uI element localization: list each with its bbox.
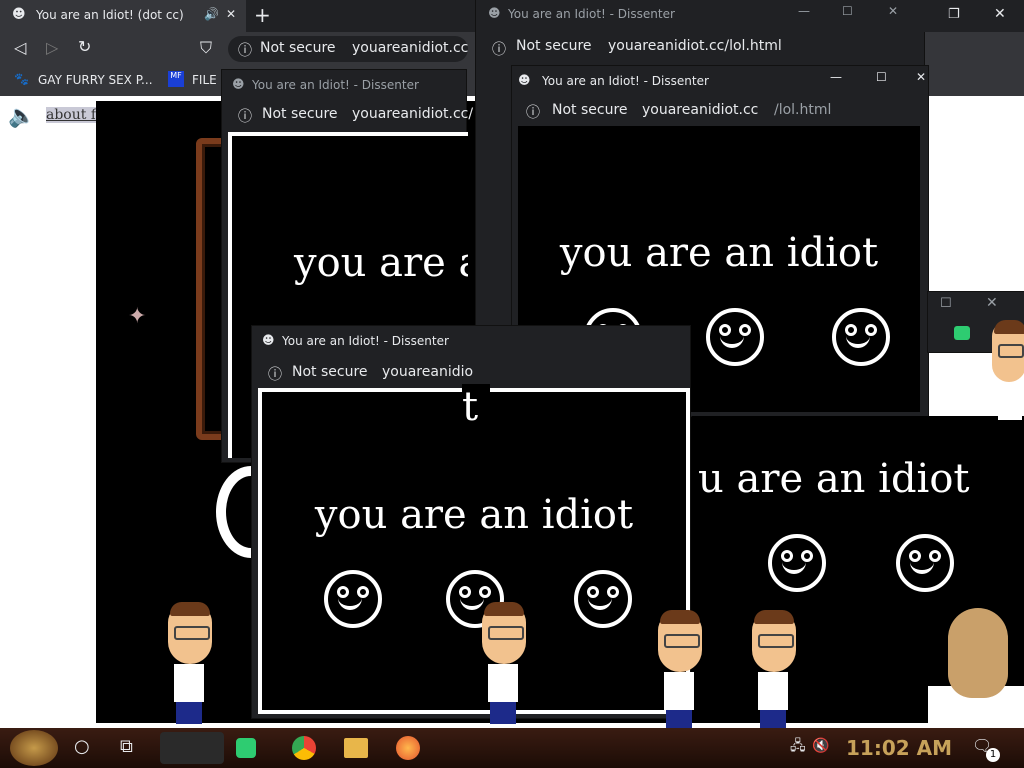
smiley-icon [896, 534, 954, 592]
popup-titlebar: ☻ You are an Idiot! - Dissenter — ☐ ✕ [512, 66, 928, 90]
smiley-favicon-icon: ☻ [262, 333, 275, 347]
not-secure-icon: ⓘ [492, 42, 506, 58]
security-label: Not secure [292, 364, 368, 380]
browser-tab[interactable]: ☻ You are an Idiot! (dot cc) 🔊 ✕ [0, 0, 246, 32]
smiley-favicon-icon: ☻ [488, 6, 501, 20]
not-secure-icon: ⓘ [526, 105, 540, 121]
back-icon[interactable]: ◁ [14, 40, 26, 56]
taskbar-slot[interactable] [160, 732, 224, 764]
idiot-message: you are a [294, 240, 468, 286]
minimize-button[interactable]: — [798, 4, 810, 18]
smiley-icon [706, 308, 764, 366]
taskbar: ○ ⧉ 🖧 🔇 11:02 AM 🗨 1 [0, 728, 1024, 768]
extension-icon[interactable] [954, 326, 970, 340]
not-secure-icon: ⓘ [268, 367, 282, 383]
popup-titlebar: ☻ You are an Idiot! - Dissenter [222, 70, 466, 94]
address-bar[interactable]: ⓘ Not secure youareanidiot.cc [228, 36, 468, 62]
url-path: /lol.html [774, 102, 832, 118]
reload-icon[interactable]: ↻ [78, 39, 91, 55]
popup-title: You are an Idiot! - Dissenter [282, 334, 449, 348]
hank-character [990, 320, 1024, 442]
security-label: Not secure [516, 38, 592, 54]
hank-character [166, 602, 216, 724]
volume-muted-icon[interactable]: 🔇 [812, 739, 829, 753]
security-label: Not secure [260, 40, 336, 56]
security-label: Not secure [552, 102, 628, 118]
security-label: Not secure [262, 106, 338, 122]
chrome-icon[interactable] [292, 736, 316, 760]
speaker-icon: 🔈 [8, 104, 36, 129]
search-icon[interactable]: ○ [74, 738, 90, 756]
url-text: youareanidiot.cc [642, 102, 759, 118]
start-button[interactable] [10, 730, 58, 766]
task-view-icon[interactable]: ⧉ [120, 738, 133, 756]
smiley-favicon-icon: ☻ [12, 7, 26, 22]
cursor-icon: ✦ [128, 304, 147, 329]
bookmark-icon[interactable]: ⛉ [200, 40, 212, 56]
smiley-icon [574, 570, 632, 628]
url-text: youareanidio [382, 364, 474, 380]
network-icon[interactable]: 🖧 [790, 739, 806, 753]
restore-button[interactable]: ❐ [948, 8, 960, 21]
hank-character [480, 602, 530, 724]
bookmark-item[interactable]: GAY FURRY SEX P... [38, 73, 153, 87]
smiley-icon [324, 570, 382, 628]
close-button[interactable]: ✕ [994, 7, 1006, 21]
popup-content: you are an idiot [258, 388, 690, 714]
popup-titlebar: ☻ You are an Idiot! - Dissenter — ☐ ✕ [476, 0, 924, 24]
smiley-favicon-icon: ☻ [232, 77, 245, 91]
maximize-button[interactable]: ☐ [842, 4, 853, 18]
clock[interactable]: 11:02 AM [846, 736, 952, 760]
idiot-message: t [462, 384, 490, 430]
new-tab-button[interactable]: + [254, 5, 271, 25]
bookmark-item[interactable]: FILE [192, 73, 217, 87]
popup-title: You are an Idiot! - Dissenter [542, 74, 709, 88]
forward-icon[interactable]: ▷ [46, 40, 58, 56]
not-secure-icon: ⓘ [238, 109, 252, 125]
popup-addressbar[interactable]: ⓘ Not secure youareanidiot.cc /lol.html [512, 96, 928, 126]
maximize-button[interactable]: ☐ [940, 297, 952, 310]
popup-titlebar: ☻ You are an Idiot! - Dissenter [252, 326, 690, 350]
smiley-icon [832, 308, 890, 366]
window-controls: ❐ ✕ [924, 0, 1024, 32]
idiot-message: u are an idiot [698, 456, 970, 502]
tab-close-button[interactable]: ✕ [226, 8, 236, 20]
maximize-button[interactable]: ☐ [876, 70, 887, 84]
popup-addressbar[interactable]: ⓘ Not secure youareanidiot.cc/lol.html [476, 32, 924, 62]
smiley-icon [768, 534, 826, 592]
popup-title: You are an Idiot! - Dissenter [508, 7, 675, 21]
notification-badge: 1 [986, 748, 1000, 762]
url-text: youareanidiot.cc/ [352, 106, 474, 122]
bookmark-favicon-icon: 🐾 [14, 72, 29, 86]
url-text: youareanidiot.cc/lol.html [608, 38, 782, 54]
file-explorer-icon[interactable] [344, 738, 368, 758]
popup-addressbar[interactable]: ⓘ Not secure youareanidiot.cc/ [222, 100, 473, 130]
minimize-button[interactable]: — [830, 70, 842, 84]
not-secure-icon: ⓘ [238, 43, 252, 59]
tab-title: You are an Idiot! (dot cc) [36, 8, 184, 22]
idiot-message: you are an idiot [559, 230, 879, 276]
hank-character [750, 610, 800, 732]
speaker-icon[interactable]: 🔊 [204, 8, 219, 20]
messaging-app-icon[interactable] [236, 738, 256, 758]
url-text: youareanidiot.cc [352, 40, 469, 56]
popup-title: You are an Idiot! - Dissenter [252, 78, 419, 92]
file-bookmark-icon: MF [168, 71, 184, 87]
dancing-hamster [948, 608, 1008, 698]
close-button[interactable]: ✕ [916, 70, 926, 84]
close-button[interactable]: ✕ [888, 4, 898, 18]
hank-character [656, 610, 706, 732]
idiot-message: you are an idiot [314, 492, 634, 538]
close-button[interactable]: ✕ [986, 296, 998, 310]
firefox-icon[interactable] [396, 736, 420, 760]
smiley-favicon-icon: ☻ [518, 73, 531, 87]
